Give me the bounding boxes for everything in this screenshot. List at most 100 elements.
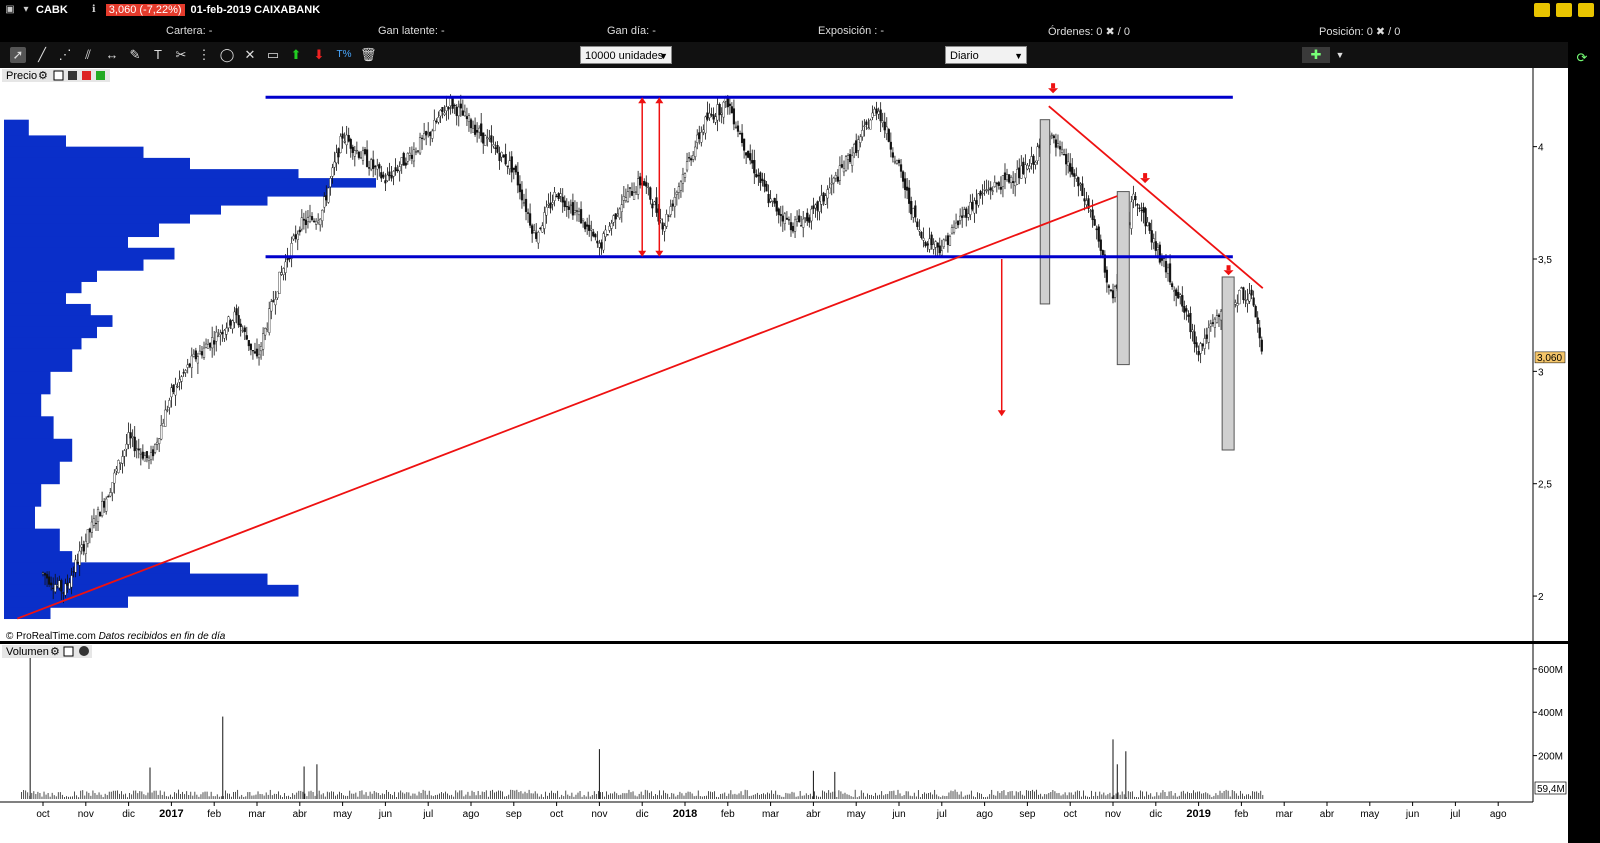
candle-body bbox=[357, 151, 361, 158]
candle-body bbox=[1256, 317, 1259, 324]
candle-body bbox=[863, 125, 866, 127]
candle-body bbox=[800, 225, 803, 227]
candle-body bbox=[653, 201, 656, 206]
volume-tick-label: 200M bbox=[1538, 752, 1563, 763]
candle-body bbox=[1032, 155, 1035, 165]
window-menu-icon[interactable]: ▣ bbox=[4, 4, 16, 16]
price-chart[interactable]: 2 2,5 3 3,5 4 200M 400M 600M oct nov dic 2017 feb m… bbox=[0, 68, 1568, 843]
horizontal-line-icon[interactable]: ↔ bbox=[104, 47, 120, 63]
ticker-symbol[interactable]: CABK bbox=[36, 4, 68, 16]
candle-body bbox=[537, 232, 540, 244]
candle-body bbox=[586, 224, 589, 227]
candle-body bbox=[529, 213, 532, 226]
indicators-icon[interactable]: ✚ bbox=[1302, 47, 1330, 63]
candle-body bbox=[50, 582, 53, 586]
candle-body bbox=[622, 196, 625, 201]
candle-body bbox=[361, 150, 365, 161]
candle-body bbox=[763, 180, 766, 187]
candle-body bbox=[1026, 165, 1029, 170]
pencil-icon[interactable]: ✎ bbox=[127, 47, 143, 63]
candle-body bbox=[791, 226, 795, 232]
candle-body bbox=[561, 196, 564, 203]
candle-body bbox=[685, 161, 689, 171]
candle-body bbox=[58, 580, 61, 589]
rectangle-icon[interactable]: ▭ bbox=[265, 47, 281, 63]
candle-body bbox=[795, 218, 799, 222]
candle-body bbox=[90, 521, 94, 533]
maximize-icon[interactable] bbox=[53, 70, 64, 81]
candle-body bbox=[1036, 146, 1039, 162]
close-icon[interactable] bbox=[1578, 3, 1594, 17]
candle-body bbox=[492, 144, 495, 147]
profile-bar bbox=[4, 223, 159, 238]
line-tool-icon[interactable]: ╱ bbox=[34, 47, 50, 63]
close-panel-icon[interactable] bbox=[82, 71, 91, 80]
candle-body bbox=[1142, 207, 1145, 213]
period-select[interactable]: Diario ▼ bbox=[945, 46, 1027, 64]
channel-tool-icon[interactable]: ⫽ bbox=[80, 47, 96, 63]
candle-body bbox=[696, 134, 699, 143]
candle-body bbox=[282, 268, 285, 275]
candle-body bbox=[785, 217, 789, 220]
candle-body bbox=[1034, 161, 1037, 165]
minimize-panel-icon[interactable] bbox=[68, 71, 77, 80]
candle-body bbox=[1150, 230, 1153, 243]
minimize-icon[interactable] bbox=[1556, 3, 1572, 17]
copyright-footer: © ProRealTime.com Datos recibidos en fin… bbox=[6, 631, 226, 642]
close-panel-icon[interactable] bbox=[79, 646, 89, 656]
candle-body bbox=[1148, 222, 1151, 231]
ellipse-icon[interactable]: ◯ bbox=[219, 47, 235, 63]
cross-icon[interactable]: ✕ bbox=[242, 47, 258, 63]
candle-body bbox=[526, 212, 530, 214]
candle-body bbox=[276, 291, 279, 299]
candle-body bbox=[604, 229, 607, 237]
candle-body bbox=[245, 335, 248, 340]
portfolio-info-bar: Cartera: - Gan latente: - Gan día: - Exp… bbox=[0, 22, 1600, 42]
candle-body bbox=[1069, 163, 1072, 172]
candle-body bbox=[101, 500, 104, 517]
posicion-label[interactable]: Posición: 0 ✖ / 0 bbox=[1319, 25, 1400, 38]
candle-body bbox=[718, 103, 721, 116]
candle-body bbox=[581, 218, 585, 221]
tools-icon[interactable]: ✂ bbox=[173, 47, 189, 63]
wrench-icon[interactable]: ⚙ bbox=[38, 70, 48, 82]
percent-tool-icon[interactable]: T% bbox=[334, 47, 354, 63]
candle-body bbox=[979, 191, 982, 196]
candle-body bbox=[1217, 314, 1221, 317]
candle-body bbox=[940, 250, 943, 256]
volume-panel-label[interactable]: Volumen bbox=[6, 646, 49, 658]
fibonacci-icon[interactable]: ⋮ bbox=[196, 47, 212, 63]
candle-body bbox=[677, 186, 680, 193]
candle-body bbox=[553, 192, 556, 201]
candle-body bbox=[272, 300, 275, 302]
candle-body bbox=[43, 573, 47, 576]
candle-body bbox=[473, 124, 477, 135]
keyboard-icon[interactable] bbox=[1534, 3, 1550, 17]
candle-body bbox=[628, 187, 632, 189]
candle-body bbox=[211, 337, 214, 349]
candle-body bbox=[557, 193, 560, 199]
buy-arrow-icon[interactable]: ⬆ bbox=[288, 47, 304, 63]
ordenes-label[interactable]: Órdenes: 0 ✖ / 0 bbox=[1048, 25, 1130, 38]
maximize-icon[interactable] bbox=[63, 646, 74, 657]
sell-arrow-icon[interactable]: ⬇ bbox=[311, 47, 327, 63]
refresh-icon[interactable]: ⟳ bbox=[1574, 50, 1590, 66]
time-tick-label: jul bbox=[936, 809, 947, 820]
candle-body bbox=[775, 200, 778, 212]
fan-tool-icon[interactable]: ⋰ bbox=[57, 47, 73, 63]
units-select[interactable]: 10000 unidades ▼ bbox=[580, 46, 672, 64]
info-icon[interactable]: ℹ bbox=[88, 4, 100, 16]
candle-body bbox=[824, 195, 827, 205]
add-panel-icon[interactable] bbox=[96, 71, 105, 80]
text-tool-icon[interactable]: T bbox=[150, 47, 166, 63]
candle-body bbox=[555, 195, 558, 198]
pointer-icon[interactable]: ➚ bbox=[10, 47, 26, 63]
trash-icon[interactable]: 🗑 bbox=[360, 47, 377, 63]
candle-body bbox=[926, 243, 929, 246]
dropdown-icon[interactable]: ▾ bbox=[22, 4, 30, 16]
wrench-icon[interactable]: ⚙ bbox=[50, 646, 60, 658]
candle-body bbox=[1014, 181, 1017, 187]
candle-body bbox=[963, 209, 966, 216]
indicators-dropdown-icon[interactable]: ▼ bbox=[1332, 47, 1348, 63]
price-panel-label[interactable]: Precio bbox=[6, 70, 37, 82]
